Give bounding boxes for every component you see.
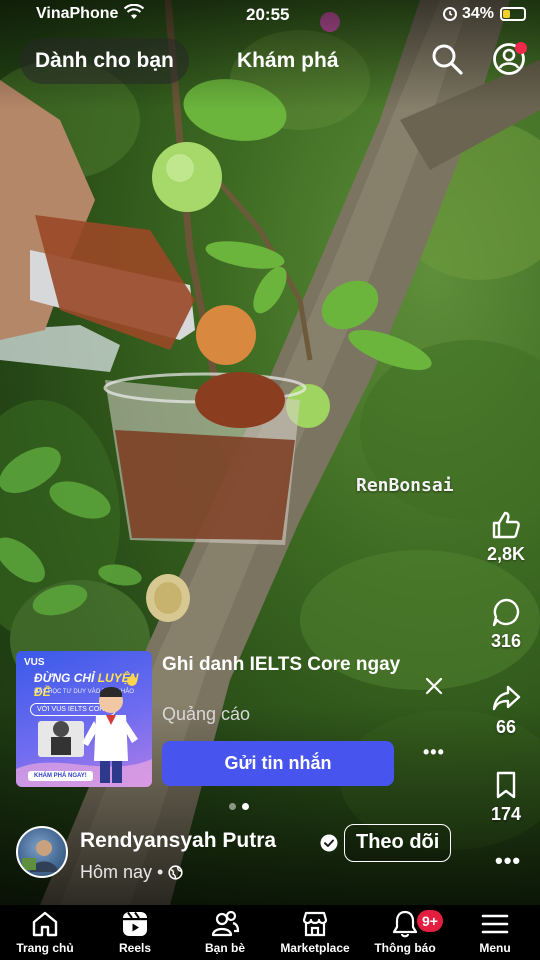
carousel-dot <box>229 803 236 810</box>
avatar-image <box>22 840 58 872</box>
avatar[interactable] <box>16 826 68 878</box>
nav-reels[interactable]: Reels <box>90 905 180 960</box>
nav-home[interactable]: Trang chủ <box>0 905 90 960</box>
home-icon <box>32 911 58 937</box>
notification-badge: 9+ <box>415 908 445 934</box>
follow-button[interactable]: Theo dõi <box>344 824 452 862</box>
carrier-label: VinaPhone <box>36 5 119 22</box>
send-message-button[interactable]: Gửi tin nhắn <box>162 741 394 786</box>
close-icon[interactable] <box>424 676 444 696</box>
more-options-icon[interactable]: ••• <box>495 848 521 874</box>
search-icon[interactable] <box>430 42 464 76</box>
wifi-icon <box>124 4 144 19</box>
save-button[interactable]: 174 <box>476 770 536 825</box>
nav-menu[interactable]: Menu <box>450 905 540 960</box>
battery-icon <box>500 7 526 21</box>
nav-marketplace[interactable]: Marketplace <box>270 905 360 960</box>
like-icon <box>492 511 520 539</box>
nav-friends[interactable]: Bạn bè <box>180 905 270 960</box>
ad-more-icon[interactable]: ••• <box>423 742 445 763</box>
battery-fill <box>503 10 510 18</box>
verified-badge-icon <box>320 834 338 852</box>
nav-marketplace-label: Marketplace <box>280 941 350 955</box>
nav-home-label: Trang chủ <box>16 941 74 955</box>
profile-notification-dot <box>515 42 527 54</box>
nav-notifications[interactable]: 9+ Thông báo <box>360 905 450 960</box>
share-count: 66 <box>495 717 517 737</box>
friends-icon <box>211 910 240 937</box>
share-icon <box>492 685 521 711</box>
battery-percent: 34% <box>462 5 495 22</box>
like-count: 2,8K <box>486 544 526 564</box>
status-bar: VinaPhone 20:55 34% <box>0 0 540 28</box>
comment-icon <box>492 598 520 627</box>
carousel-indicator <box>226 797 252 815</box>
carousel-dot <box>242 803 249 810</box>
tab-explore[interactable]: Khám phá <box>237 38 339 84</box>
reels-icon <box>123 911 147 936</box>
globe-icon <box>168 865 183 880</box>
ad-thumbnail[interactable]: VUS ĐỪNG CHỈ LUYỆN ĐỀ HÃY HỌC TƯ DUY VÀO… <box>16 651 152 787</box>
post-time-label: Hôm nay • <box>80 862 164 882</box>
bottom-nav: Trang chủ Reels Bạn bè Marketplace 9+ Th… <box>0 905 540 960</box>
marketplace-icon <box>302 911 328 937</box>
like-button[interactable]: 2,8K <box>476 510 536 565</box>
nav-notifications-label: Thông báo <box>374 941 436 955</box>
post-time: Hôm nay • <box>80 862 183 883</box>
nav-reels-label: Reels <box>118 941 152 955</box>
tab-for-you[interactable]: Dành cho bạn <box>20 38 189 84</box>
ad-thumb-cta: KHÁM PHÁ NGAY! <box>28 771 93 781</box>
comment-count: 316 <box>490 631 522 651</box>
clock: 20:55 <box>246 5 290 24</box>
alarm-icon <box>443 7 457 21</box>
save-icon <box>496 771 516 799</box>
menu-icon <box>481 914 509 934</box>
save-count: 174 <box>490 804 522 824</box>
ad-thumb-illustration <box>16 676 152 787</box>
ad-title[interactable]: Ghi danh IELTS Core ngay <box>162 652 402 677</box>
nav-menu-label: Menu <box>479 941 511 955</box>
video-watermark: RenBonsai <box>356 475 454 496</box>
share-button[interactable]: 66 <box>476 683 536 738</box>
comment-button[interactable]: 316 <box>476 597 536 652</box>
nav-friends-label: Bạn bè <box>204 941 245 955</box>
author-name[interactable]: Rendyansyah Putra <box>80 829 276 853</box>
ad-sponsored-label: Quảng cáo <box>162 704 251 724</box>
